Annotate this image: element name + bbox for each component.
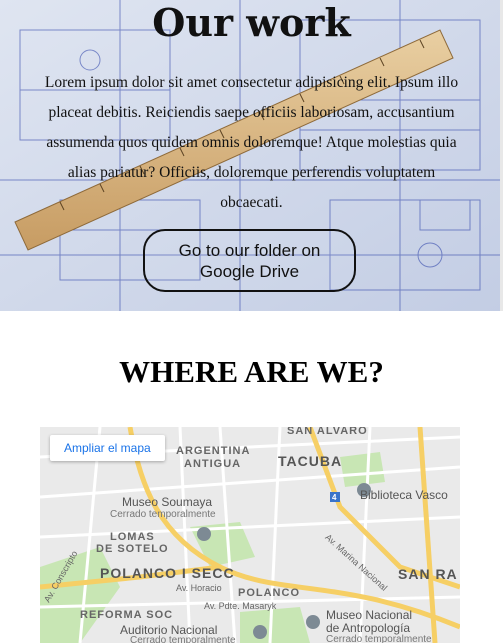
enlarge-map-link[interactable]: Ampliar el mapa <box>50 435 165 461</box>
google-drive-button-label: Go to our folder on Google Drive <box>178 240 321 281</box>
map-label-closed-2: Cerrado temporalmente <box>130 635 236 643</box>
map-label-de-sotelo: DE SOTELO <box>96 543 169 555</box>
embedded-map[interactable]: Ampliar el mapa SAN ALVARO ARGENTINA ANT… <box>40 427 460 643</box>
museum-pin-icon-2[interactable] <box>306 615 320 629</box>
map-label-av-masaryk: Av. Pdte. Masaryk <box>204 601 277 611</box>
hero-section: Our work Lorem ipsum dolor sit amet cons… <box>0 0 503 311</box>
hero-description: Lorem ipsum dolor sit amet consectetur a… <box>44 74 459 211</box>
map-label-av-horacio: Av. Horacio <box>176 583 222 593</box>
google-drive-folder-button[interactable]: Go to our folder on Google Drive <box>143 229 356 292</box>
map-label-tacuba: TACUBA <box>278 453 343 469</box>
map-label-lomas: LOMAS <box>110 531 155 543</box>
map-label-polanco: POLANCO <box>238 587 300 599</box>
map-label-biblioteca: Biblioteca Vasco <box>360 488 448 502</box>
map-label-antigua: ANTIGUA <box>184 458 242 470</box>
map-label-closed-3: Cerrado temporalmente <box>326 634 432 643</box>
map-label-reforma-soc: REFORMA SOC <box>80 609 174 621</box>
map-label-museo-nacional: Museo Nacional <box>326 608 413 622</box>
map-label-highway-4: 4 <box>332 493 337 502</box>
map-label-san-ra: SAN RA <box>398 566 458 582</box>
map-label-san-alvaro: SAN ALVARO <box>287 427 368 437</box>
location-section-title: WHERE ARE WE? <box>119 354 384 389</box>
map-label-argentina: ARGENTINA <box>176 445 251 457</box>
map-label-museo-soumaya: Museo Soumaya <box>122 495 213 509</box>
map-label-antropologia: de Antropología <box>326 621 411 635</box>
music-venue-pin-icon[interactable] <box>253 625 267 639</box>
page-title: Our work <box>152 0 351 45</box>
museum-pin-icon[interactable] <box>197 527 211 541</box>
map-label-closed: Cerrado temporalmente <box>110 509 216 520</box>
map-label-polanco-i-secc: POLANCO I SECC <box>100 565 235 581</box>
